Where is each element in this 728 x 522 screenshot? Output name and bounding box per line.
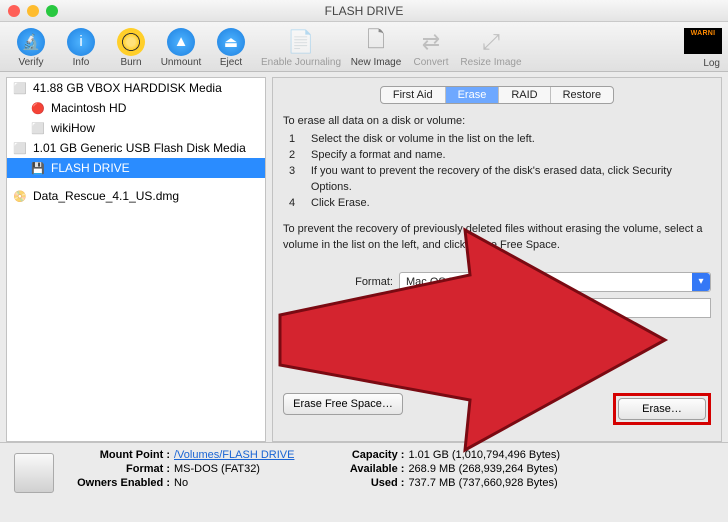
journal-icon: 📄 xyxy=(287,28,315,56)
content-pane: First AidEraseRAIDRestore To erase all d… xyxy=(272,77,722,442)
new-image-icon: 🗋 xyxy=(362,28,390,56)
capacity-value: 1.01 GB (1,010,794,496 Bytes) xyxy=(408,449,560,461)
info-footer: Mount Point : /Volumes/FLASH DRIVE Format… xyxy=(0,442,728,514)
hdd-icon: ⬜ xyxy=(13,141,27,155)
close-button[interactable] xyxy=(8,5,20,17)
format-value-footer: MS-DOS (FAT32) xyxy=(174,463,260,475)
sidebar-item-label: Macintosh HD xyxy=(51,101,126,115)
sidebar-item[interactable]: ⬜ 1.01 GB Generic USB Flash Disk Media xyxy=(7,138,265,158)
info-icon: i xyxy=(67,28,95,56)
eject-button[interactable]: ⏏Eject xyxy=(206,25,256,71)
name-input[interactable] xyxy=(399,298,711,318)
sidebar-item-label: Data_Rescue_4.1_US.dmg xyxy=(33,189,179,203)
sidebar-item[interactable]: ⬜ 41.88 GB VBOX HARDDISK Media xyxy=(7,78,265,98)
log-button[interactable]: Log xyxy=(703,58,720,69)
convert-button: ⇄Convert xyxy=(406,25,456,71)
format-select[interactable]: Mac OS Extended (Journaled) ▾ xyxy=(399,272,711,292)
tab-first-aid[interactable]: First Aid xyxy=(381,87,446,103)
traffic-lights xyxy=(8,5,58,17)
sidebar-item-label: 41.88 GB VBOX HARDDISK Media xyxy=(33,81,222,95)
usb-icon: 💾 xyxy=(31,161,45,175)
owners-key: Owners Enabled : xyxy=(70,477,170,489)
name-label: Name: xyxy=(283,302,393,314)
enable-journaling-button: 📄Enable Journaling xyxy=(256,25,346,71)
sidebar-item-label: 1.01 GB Generic USB Flash Disk Media xyxy=(33,141,246,155)
minimize-button[interactable] xyxy=(27,5,39,17)
used-value: 737.7 MB (737,660,928 Bytes) xyxy=(408,477,557,489)
instruction-step: 3If you want to prevent the recovery of … xyxy=(289,164,711,196)
tab-bar: First AidEraseRAIDRestore xyxy=(283,86,711,104)
hdd-icon: ⬜ xyxy=(13,81,27,95)
eject-icon: ⏏ xyxy=(217,28,245,56)
verify-button[interactable]: 🔬Verify xyxy=(6,25,56,71)
sidebar-item-label: FLASH DRIVE xyxy=(51,161,130,175)
sidebar-item[interactable]: ⬜ wikiHow xyxy=(7,118,265,138)
erase-free-space-button[interactable]: Erase Free Space… xyxy=(283,393,403,415)
burn-button[interactable]: Burn xyxy=(106,25,156,71)
format-label: Format: xyxy=(283,276,393,288)
mac-icon: 🔴 xyxy=(31,101,45,115)
dropdown-arrow-icon: ▾ xyxy=(692,273,710,291)
mount-point-key: Mount Point : xyxy=(70,449,170,461)
sidebar-item-label: wikiHow xyxy=(51,121,95,135)
format-value: Mac OS Extended (Journaled) xyxy=(406,276,554,288)
new-image-button[interactable]: 🗋New Image xyxy=(346,25,406,71)
toolbar: 🔬Verify iInfo Burn ▲Unmount ⏏Eject 📄Enab… xyxy=(0,22,728,72)
mount-point-value[interactable]: /Volumes/FLASH DRIVE xyxy=(174,449,294,461)
hdd-icon: ⬜ xyxy=(31,121,45,135)
burn-icon xyxy=(117,28,145,56)
zoom-button[interactable] xyxy=(46,5,58,17)
used-key: Used : xyxy=(334,477,404,489)
resize-icon: ⤢ xyxy=(477,28,505,56)
tab-erase[interactable]: Erase xyxy=(446,87,500,103)
instruction-step: 4Click Erase. xyxy=(289,196,711,212)
instruction-step: 2Specify a format and name. xyxy=(289,148,711,164)
sidebar-item[interactable]: 🔴 Macintosh HD xyxy=(7,98,265,118)
instructions-intro: To erase all data on a disk or volume: xyxy=(283,114,711,130)
erase-highlight: Erase… xyxy=(613,393,711,425)
erase-button[interactable]: Erase… xyxy=(618,398,706,420)
device-sidebar: ⬜ 41.88 GB VBOX HARDDISK Media 🔴 Macintosh … xyxy=(6,77,266,442)
info-button[interactable]: iInfo xyxy=(56,25,106,71)
owners-value: No xyxy=(174,477,188,489)
titlebar: FLASH DRIVE xyxy=(0,0,728,22)
unmount-icon: ▲ xyxy=(167,28,195,56)
capacity-key: Capacity : xyxy=(334,449,404,461)
format-key: Format : xyxy=(70,463,170,475)
microscope-icon: 🔬 xyxy=(17,28,45,56)
unmount-button[interactable]: ▲Unmount xyxy=(156,25,206,71)
instruction-step: 1Select the disk or volume in the list o… xyxy=(289,132,711,148)
tab-restore[interactable]: Restore xyxy=(551,87,614,103)
available-value: 268.9 MB (268,939,264 Bytes) xyxy=(408,463,557,475)
window-title: FLASH DRIVE xyxy=(325,4,404,18)
drive-icon xyxy=(14,453,54,493)
sidebar-item[interactable]: 📀 Data_Rescue_4.1_US.dmg xyxy=(7,186,265,206)
tab-raid[interactable]: RAID xyxy=(499,87,550,103)
instructions-note: To prevent the recovery of previously de… xyxy=(283,222,711,254)
dmg-icon: 📀 xyxy=(13,189,27,203)
resize-image-button: ⤢Resize Image xyxy=(456,25,526,71)
available-key: Available : xyxy=(334,463,404,475)
convert-icon: ⇄ xyxy=(417,28,445,56)
sidebar-item[interactable]: 💾 FLASH DRIVE xyxy=(7,158,265,178)
warning-badge: WARNI xyxy=(684,28,722,54)
